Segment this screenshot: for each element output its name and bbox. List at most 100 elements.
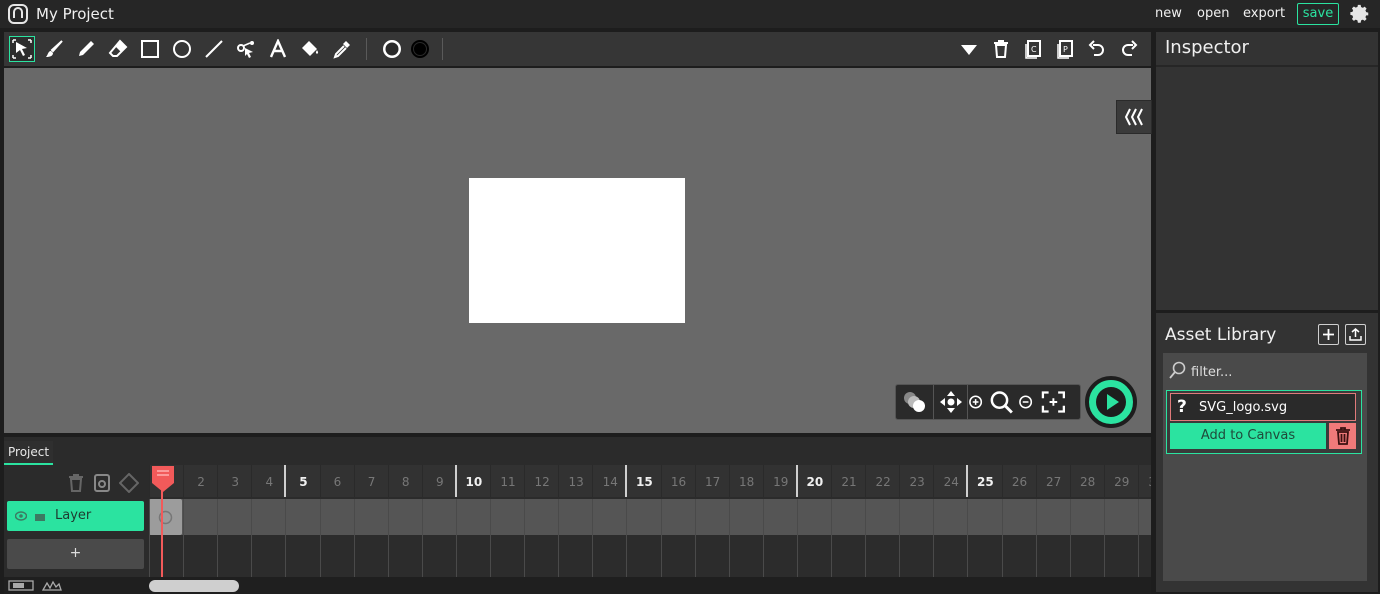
add-to-canvas-button[interactable]: Add to Canvas [1170, 423, 1326, 449]
export-asset-button[interactable] [1345, 324, 1366, 345]
gear-icon[interactable] [1349, 3, 1371, 25]
frame-number[interactable]: 16 [662, 475, 696, 489]
redo-button[interactable] [1116, 36, 1142, 62]
fill-color-icon [383, 40, 401, 58]
ellipse-icon [173, 40, 191, 58]
project-title[interactable]: My Project [36, 5, 114, 23]
frame-number[interactable]: 28 [1071, 475, 1105, 489]
ellipse-tool[interactable] [169, 36, 195, 62]
copy-button[interactable]: C [1020, 36, 1046, 62]
add-layer-button[interactable]: + [7, 539, 144, 569]
onion-skin-button[interactable] [896, 385, 934, 419]
frame-number[interactable]: 24 [934, 475, 968, 489]
fit-to-screen-icon[interactable] [1041, 390, 1066, 414]
paste-button[interactable]: P [1052, 36, 1078, 62]
tab-project[interactable]: Project [4, 441, 54, 465]
import-asset-button[interactable] [1318, 324, 1339, 345]
zoom-out-icon[interactable] [1018, 394, 1033, 410]
layer-row[interactable]: Layer [7, 501, 144, 531]
frame-number[interactable]: 26 [1003, 475, 1037, 489]
pencil-icon [79, 41, 94, 56]
filmstrip-icon[interactable] [8, 580, 34, 591]
asset-filter-input[interactable] [1191, 363, 1361, 381]
delete-asset-button[interactable] [1329, 423, 1356, 449]
keyframe-diamond-icon[interactable] [119, 473, 139, 493]
major-frame-marker [625, 465, 628, 497]
artboard[interactable] [469, 178, 685, 323]
frame-number[interactable]: 27 [1037, 475, 1071, 489]
frame-number[interactable]: 11 [491, 475, 525, 489]
open-link[interactable]: open [1197, 6, 1229, 21]
frame-number[interactable]: 19 [764, 475, 798, 489]
frame-number[interactable]: 5 [286, 475, 320, 489]
frame-number[interactable]: 13 [559, 475, 593, 489]
pan-button[interactable] [934, 385, 968, 419]
app-logo-icon [8, 4, 28, 24]
more-dropdown[interactable] [956, 36, 982, 62]
fill-bucket-tool[interactable] [297, 36, 323, 62]
frame-number[interactable]: 20 [798, 475, 832, 489]
frame-number[interactable]: 8 [389, 475, 423, 489]
layer-frames-row[interactable] [149, 499, 1151, 535]
layer-settings-icon[interactable] [92, 473, 112, 493]
frame-number[interactable]: 3 [218, 475, 252, 489]
fill-color-swatch[interactable] [379, 36, 405, 62]
asset-card[interactable]: ? SVG_logo.svg Add to Canvas [1166, 390, 1362, 454]
frame-divider [1103, 465, 1105, 497]
frame-number[interactable]: 29 [1105, 475, 1139, 489]
pencil-tool[interactable] [73, 36, 99, 62]
asset-name-row[interactable]: ? SVG_logo.svg [1170, 393, 1356, 421]
frame-ruler[interactable]: 2 3 4 5 6 7 8 9 10 11 12 13 14 15 16 17 18 19 20 21 22 23 24 25… [149, 465, 1151, 497]
frame-number[interactable]: 7 [355, 475, 389, 489]
frame-number[interactable]: 25 [968, 475, 1002, 489]
line-tool[interactable] [201, 36, 227, 62]
frame-number[interactable]: 21 [832, 475, 866, 489]
toolbar-divider [442, 38, 443, 60]
zoom-in-icon[interactable] [968, 394, 983, 410]
new-link[interactable]: new [1155, 6, 1182, 21]
frames-grid[interactable]: 2 3 4 5 6 7 8 9 10 11 12 13 14 15 16 17 18 19 20 21 22 23 24 25… [149, 465, 1151, 577]
frame-number[interactable]: 4 [252, 475, 286, 489]
frame-number[interactable]: 2 [184, 475, 218, 489]
collapse-inspector-button[interactable] [1116, 100, 1152, 134]
frame-cell-divider [762, 535, 764, 577]
brush-tool[interactable] [41, 36, 67, 62]
delete-button[interactable] [988, 36, 1014, 62]
text-tool[interactable] [265, 36, 291, 62]
cursor-tool[interactable] [9, 36, 35, 62]
major-frame-marker [454, 465, 457, 497]
frame-number[interactable]: 12 [525, 475, 559, 489]
eye-icon[interactable] [15, 511, 27, 521]
keyframe[interactable] [149, 499, 182, 535]
frame-number[interactable]: 15 [627, 475, 661, 489]
frame-number[interactable]: 14 [593, 475, 627, 489]
frame-number[interactable]: 10 [457, 475, 491, 489]
undo-button[interactable] [1084, 36, 1110, 62]
frame-number[interactable]: 23 [900, 475, 934, 489]
frame-number[interactable]: 30 [1139, 475, 1151, 489]
stroke-color-swatch[interactable] [407, 36, 433, 62]
path-cursor-tool[interactable] [233, 36, 259, 62]
canvas-area[interactable] [4, 68, 1152, 433]
eraser-tool[interactable] [105, 36, 131, 62]
lock-icon[interactable] [34, 512, 46, 521]
frame-number[interactable]: 6 [321, 475, 355, 489]
search-icon[interactable] [989, 389, 1014, 415]
path-cursor-icon [237, 41, 254, 58]
scroll-thumb[interactable] [149, 580, 239, 592]
frame-number[interactable]: 18 [730, 475, 764, 489]
waveform-icon[interactable] [42, 580, 62, 591]
playhead-handle[interactable] [151, 465, 175, 493]
save-button[interactable]: save [1297, 3, 1339, 25]
play-button[interactable] [1085, 376, 1137, 428]
rectangle-tool[interactable] [137, 36, 163, 62]
eyedropper-tool[interactable] [329, 36, 355, 62]
trash-icon[interactable] [66, 473, 86, 493]
frame-number[interactable]: 9 [423, 475, 457, 489]
frame-divider [933, 465, 935, 497]
timeline-scrollbar[interactable] [4, 577, 1151, 594]
frame-number[interactable]: 17 [696, 475, 730, 489]
frame-cell-divider [626, 535, 628, 577]
frame-number[interactable]: 22 [866, 475, 900, 489]
export-link[interactable]: export [1243, 6, 1285, 21]
